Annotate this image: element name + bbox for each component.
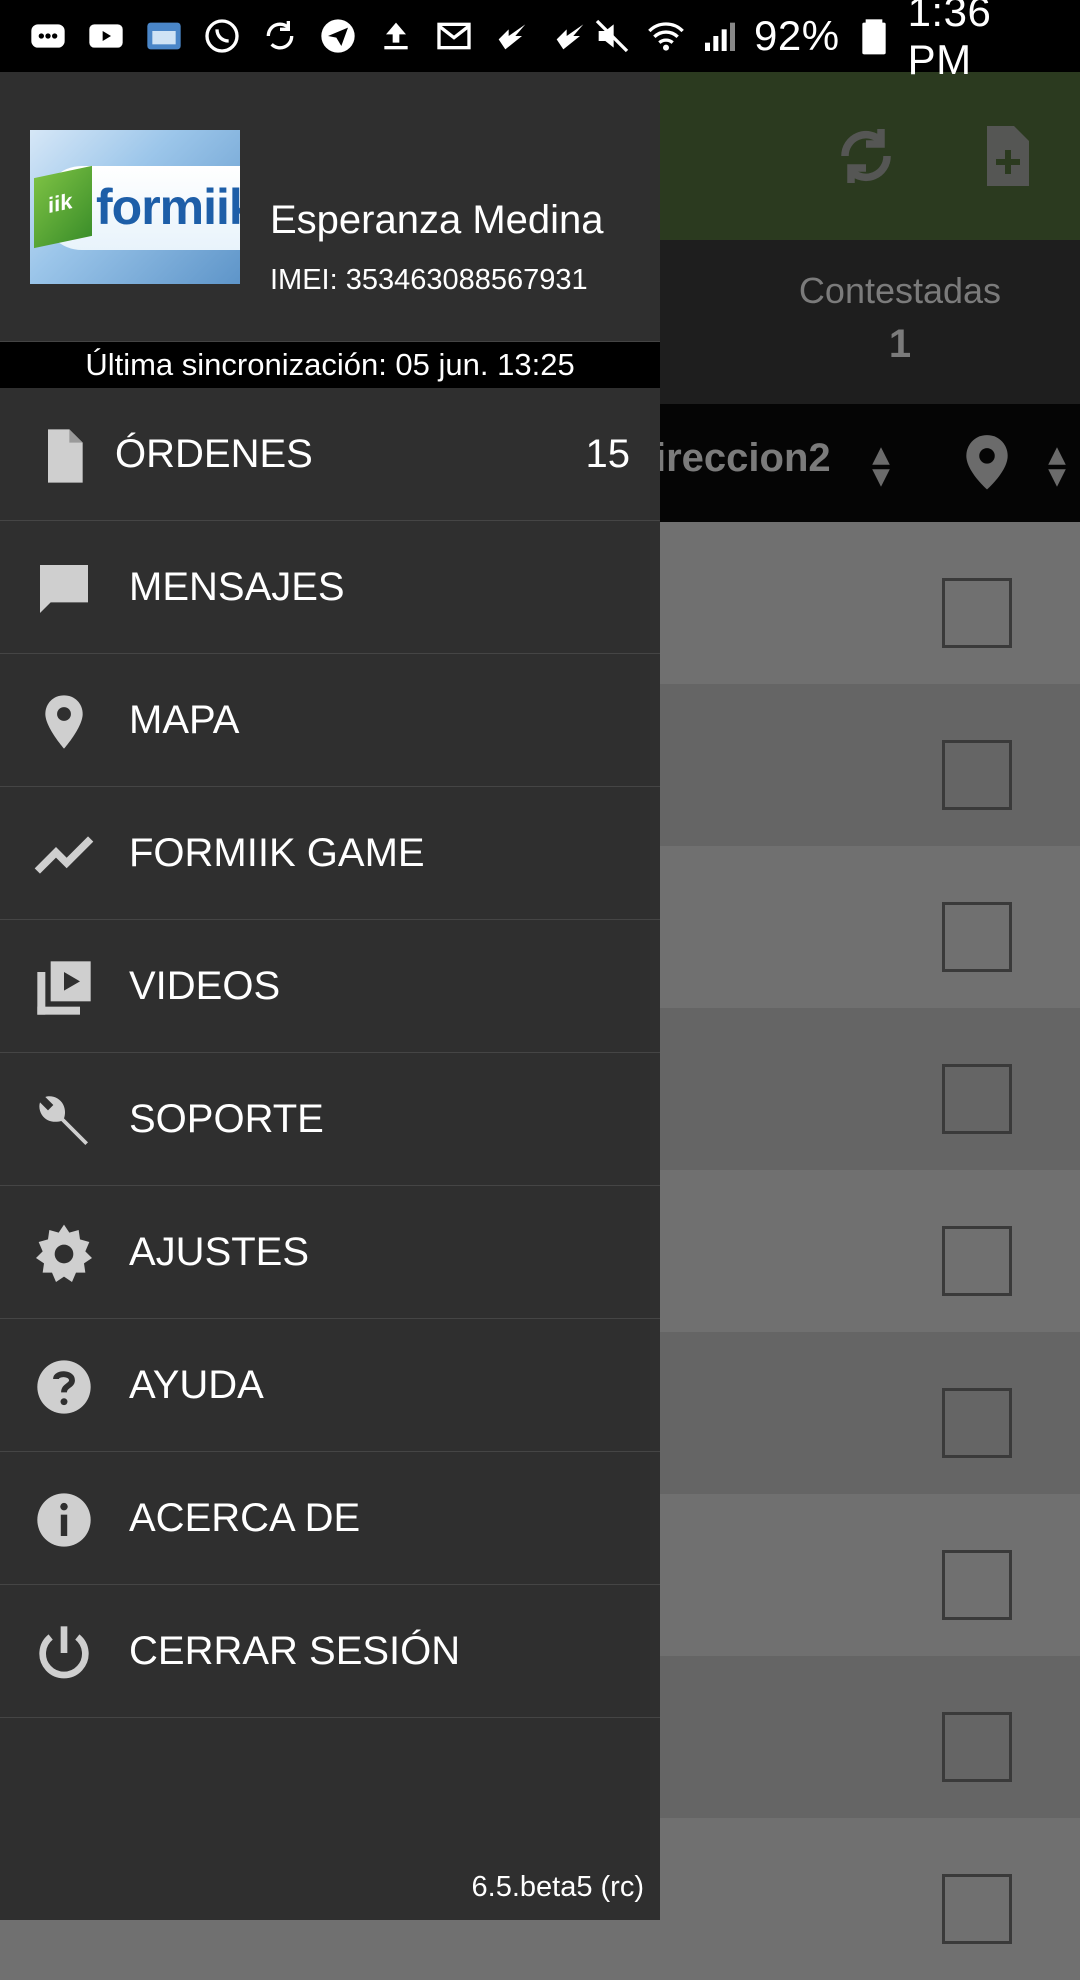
column-header-direccion2[interactable]: ireccion2 [655, 436, 831, 481]
row-checkbox[interactable] [942, 740, 1012, 810]
battery-percent: 92% [754, 12, 840, 59]
menu-item-label: MAPA [129, 697, 240, 742]
row-checkbox[interactable] [942, 1064, 1012, 1134]
menu-item-label: MENSAJES [129, 564, 345, 609]
menu-item-acerca-de[interactable]: ACERCA DE [0, 1452, 660, 1585]
drawer-header: iik formiik Esperanza Medina IMEI: 35346… [0, 72, 660, 342]
trend-icon [32, 823, 96, 887]
row-checkbox[interactable] [942, 902, 1012, 972]
menu-item-mapa[interactable]: MAPA [0, 654, 660, 787]
help-icon [32, 1355, 96, 1419]
menu-item-soporte[interactable]: SOPORTE [0, 1053, 660, 1186]
menu-item-label: VIDEOS [129, 963, 281, 1008]
menu-item-formiik-game[interactable]: FORMIIK GAME [0, 787, 660, 920]
battery-icon [854, 14, 894, 58]
menu-item-label: AJUSTES [129, 1229, 310, 1274]
mute-icon [592, 14, 632, 58]
menu-item-label: CERRAR SESIÓN [129, 1628, 461, 1673]
menu-item-label: SOPORTE [129, 1096, 324, 1141]
app-version: 6.5.beta5 (rc) [471, 1871, 644, 1903]
map-pin-icon [32, 690, 96, 754]
tab-contestadas-count: 1 [888, 322, 912, 366]
user-imei: IMEI: 353463088567931 [270, 264, 588, 296]
menu-item-label: ACERCA DE [129, 1495, 361, 1540]
signal-icon [700, 14, 740, 58]
menu-item-label: ÓRDENES [115, 431, 313, 476]
user-name: Esperanza Medina [270, 198, 604, 242]
row-checkbox[interactable] [942, 578, 1012, 648]
tab-contestadas[interactable]: Contestadas [790, 270, 1010, 312]
last-sync-bar: Última sincronización: 05 jun. 13:25 [0, 342, 660, 388]
upload-icon [374, 14, 418, 58]
notification-icons [26, 14, 592, 58]
gear-icon [32, 1222, 96, 1286]
row-checkbox[interactable] [942, 1712, 1012, 1782]
notification-icon [490, 14, 534, 58]
menu-item-videos[interactable]: VIDEOS [0, 920, 660, 1053]
logo-text: formiik [96, 179, 240, 235]
menu-item-ordenes[interactable]: ÓRDENES 15 [0, 388, 660, 521]
drawer-menu: ÓRDENES 15 MENSAJES MAPA FORMIIK GAME VI… [0, 388, 660, 1718]
row-checkbox[interactable] [942, 1226, 1012, 1296]
power-icon [32, 1621, 96, 1685]
row-checkbox[interactable] [942, 1388, 1012, 1458]
menu-item-ayuda[interactable]: AYUDA [0, 1319, 660, 1452]
youtube-icon [84, 14, 128, 58]
menu-item-label: FORMIIK GAME [129, 830, 425, 875]
menu-item-mensajes[interactable]: MENSAJES [0, 521, 660, 654]
notification-icon [548, 14, 592, 58]
app-icon [142, 14, 186, 58]
wrench-icon [32, 1089, 96, 1153]
menu-item-cerrar-sesion[interactable]: CERRAR SESIÓN [0, 1585, 660, 1718]
navigation-drawer: iik formiik Esperanza Medina IMEI: 35346… [0, 72, 660, 1920]
video-library-icon [32, 956, 96, 1020]
message-icon [32, 557, 96, 621]
avatar[interactable]: iik formiik [30, 130, 240, 284]
refresh-icon[interactable] [830, 120, 902, 192]
clock: 1:36 PM [907, 0, 992, 83]
logo-cube: iik [34, 165, 92, 249]
sort-icon[interactable] [870, 444, 892, 490]
row-checkbox[interactable] [942, 1874, 1012, 1944]
document-icon [32, 424, 96, 488]
status-bar: 92% 1:36 PM [0, 0, 1080, 83]
system-icons: 92% 1:36 PM [592, 0, 1052, 84]
row-checkbox[interactable] [942, 1550, 1012, 1620]
menu-item-label: AYUDA [129, 1362, 264, 1407]
sort-icon[interactable] [1046, 444, 1068, 490]
info-icon [32, 1488, 96, 1552]
add-form-icon[interactable] [972, 120, 1044, 192]
whatsapp-icon [200, 14, 244, 58]
wifi-icon [646, 14, 686, 58]
orders-count-badge: 15 [585, 431, 631, 476]
chat-icon [26, 14, 70, 58]
sync-icon [258, 14, 302, 58]
telegram-icon [316, 14, 360, 58]
gmail-icon [432, 14, 476, 58]
menu-item-ajustes[interactable]: AJUSTES [0, 1186, 660, 1319]
map-pin-icon [966, 435, 1008, 490]
